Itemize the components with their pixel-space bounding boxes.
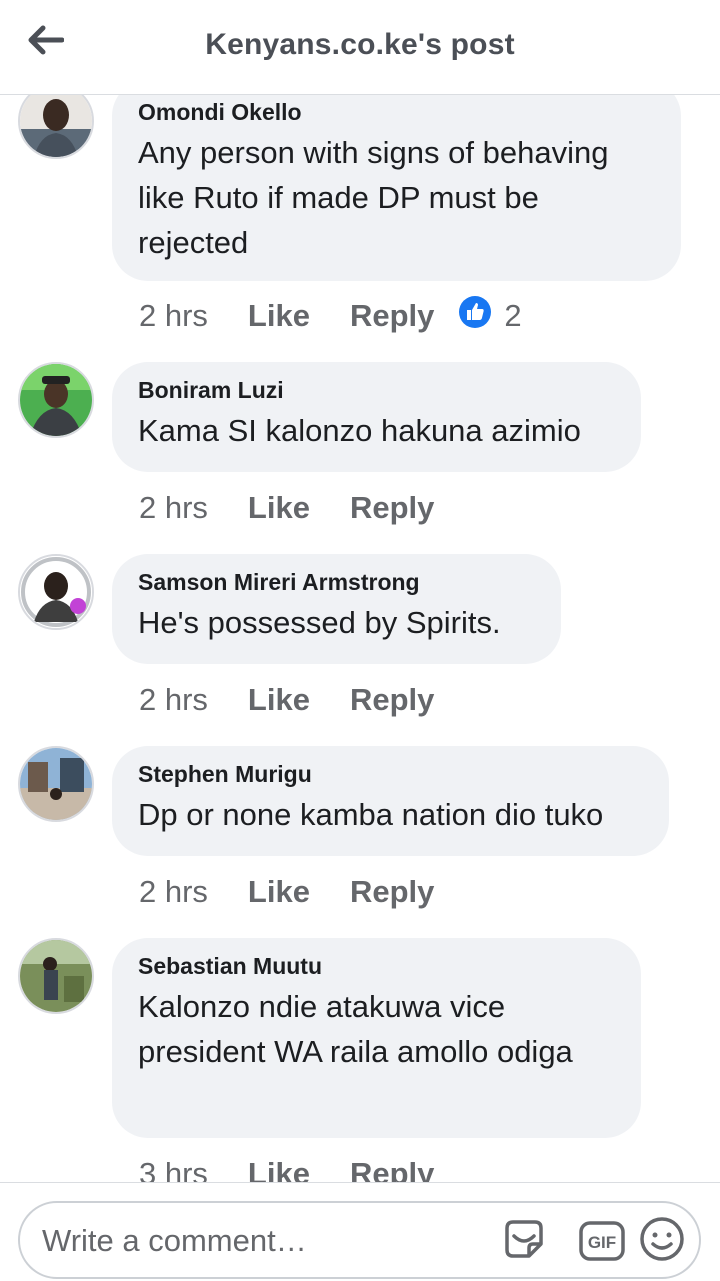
comment-text: Kalonzo ndie atakuwa vice president WA r… (138, 989, 573, 1069)
reply-button[interactable]: Reply (350, 682, 434, 718)
comment-text: Kama SI kalonzo hakuna azimio (138, 413, 581, 448)
comment-input-placeholder: Write a comment… (42, 1223, 307, 1258)
reply-button[interactable]: Reply (350, 874, 434, 910)
top-bar: Kenyans.co.ke's post (0, 0, 720, 95)
avatar[interactable] (18, 554, 94, 630)
comment-actions: 2 hrs Like Reply (139, 872, 434, 912)
smiley-icon (639, 1216, 685, 1267)
comment-actions: 2 hrs Like Reply 2 (139, 296, 522, 336)
comment-time[interactable]: 2 hrs (139, 490, 208, 526)
comment-time[interactable]: 2 hrs (139, 874, 208, 910)
comment-author[interactable]: Boniram Luzi (138, 376, 615, 404)
comment-time[interactable]: 2 hrs (139, 298, 208, 334)
reaction-count: 2 (504, 298, 522, 333)
like-button[interactable]: Like (248, 490, 310, 526)
comments-list: Omondi Okello Any person with signs of b… (0, 0, 720, 1182)
comment-bubble: Stephen Murigu Dp or none kamba nation d… (112, 746, 669, 856)
sticker-icon (499, 1214, 549, 1269)
gif-icon: GIF (579, 1221, 625, 1261)
emoji-button[interactable] (636, 1215, 688, 1267)
like-reaction-icon (458, 295, 492, 337)
like-button[interactable]: Like (248, 1156, 310, 1182)
comment-composer: Write a comment… GIF (0, 1182, 720, 1281)
reaction-summary[interactable]: 2 (458, 295, 522, 337)
sticker-button[interactable] (498, 1215, 550, 1267)
svg-text:GIF: GIF (588, 1233, 616, 1252)
comment-bubble: Sebastian Muutu Kalonzo ndie atakuwa vic… (112, 938, 641, 1138)
comment-bubble: Boniram Luzi Kama SI kalonzo hakuna azim… (112, 362, 641, 472)
page-title: Kenyans.co.ke's post (205, 28, 515, 61)
comment-author[interactable]: Sebastian Muutu (138, 952, 615, 980)
comment-input[interactable]: Write a comment… GIF (18, 1201, 701, 1279)
like-button[interactable]: Like (248, 682, 310, 718)
comment-author[interactable]: Samson Mireri Armstrong (138, 568, 535, 596)
avatar[interactable] (18, 938, 94, 1014)
avatar[interactable] (18, 746, 94, 822)
comment-text: He's possessed by Spirits. (138, 605, 501, 640)
comment-actions: 2 hrs Like Reply (139, 680, 434, 720)
reply-button[interactable]: Reply (350, 1156, 434, 1182)
comment-time[interactable]: 3 hrs (139, 1156, 208, 1182)
comment-time[interactable]: 2 hrs (139, 682, 208, 718)
reply-button[interactable]: Reply (350, 298, 434, 334)
comment-author[interactable]: Omondi Okello (138, 98, 655, 126)
like-button[interactable]: Like (248, 874, 310, 910)
comment-bubble: Samson Mireri Armstrong He's possessed b… (112, 554, 561, 664)
comment-text: Dp or none kamba nation dio tuko (138, 797, 604, 832)
reply-button[interactable]: Reply (350, 490, 434, 526)
comment-author[interactable]: Stephen Murigu (138, 760, 643, 788)
comment-actions: 2 hrs Like Reply (139, 488, 434, 528)
comment-bubble: Omondi Okello Any person with signs of b… (112, 80, 681, 281)
comment-actions: 3 hrs Like Reply (139, 1154, 434, 1182)
comment-text: Any person with signs of behaving like R… (138, 135, 609, 260)
avatar[interactable] (18, 362, 94, 438)
gif-button[interactable]: GIF (576, 1215, 628, 1267)
like-button[interactable]: Like (248, 298, 310, 334)
